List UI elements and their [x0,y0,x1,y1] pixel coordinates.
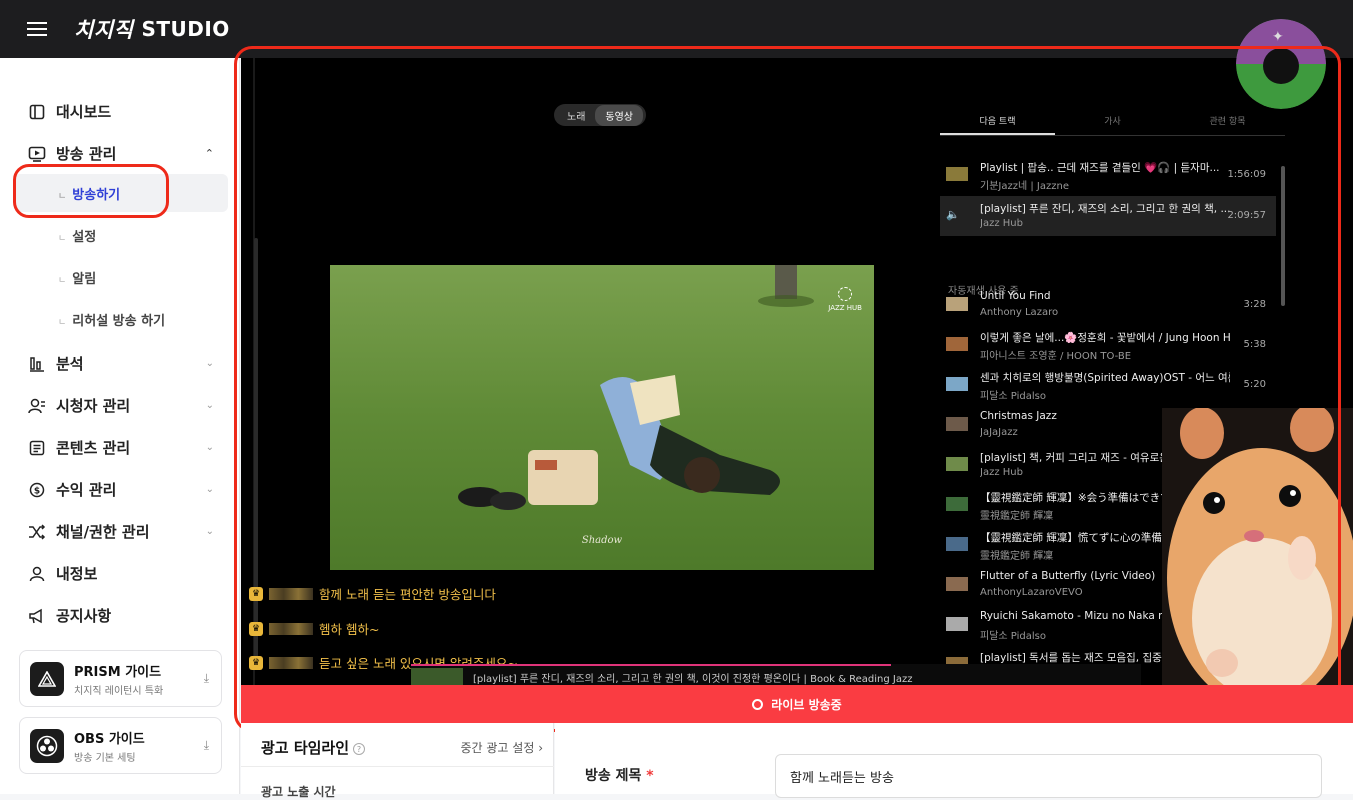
live-status-bar[interactable]: 라이브 방송중 [241,685,1353,723]
chevron-down-icon: ⌄ [205,442,214,453]
divider [241,766,554,767]
ad-timeline-panel: 광고 타임라인? 중간 광고 설정 › 광고 노출 시간 [241,723,554,799]
sub-item-rehearsal[interactable]: ㄴ 리허설 방송 하기 [58,310,165,329]
content-icon [28,439,46,457]
guide-title: OBS 가이드 [74,731,145,747]
chevron-down-icon: ⌄ [205,526,214,537]
sidebar-item-content[interactable]: 콘텐츠 관리 ⌄ [28,437,218,458]
shuffle-icon [28,523,46,541]
live-status-label: 라이브 방송중 [771,697,842,712]
svg-text:$: $ [34,486,40,496]
broadcast-form: 방송 제목 * 함께 노래듣는 방송 [555,723,1353,798]
guide-subtitle: 치지직 레이턴시 특화 [74,685,164,697]
sidebar-item-analytics[interactable]: 분석 ⌄ [28,353,218,374]
sidebar-item-label: 내정보 [56,565,98,583]
dashboard-icon [28,103,46,121]
studio-label: STUDIO [141,17,230,41]
live-ring-icon [752,698,764,710]
sidebar-item-revenue[interactable]: $ 수익 관리 ⌄ [28,479,218,500]
profile-icon [28,565,46,583]
sub-item-alerts[interactable]: ㄴ 알림 [58,268,96,287]
ad-timeline-title: 광고 타임라인? [261,737,366,758]
analytics-icon [28,355,46,373]
sidebar-item-label: 분석 [56,355,84,373]
sidebar-item-dashboard[interactable]: 대시보드 [28,101,218,122]
chevron-right-icon: › [538,741,543,755]
broadcast-title-input[interactable]: 함께 노래듣는 방송 [775,754,1322,798]
megaphone-icon [28,607,46,625]
svg-text:✦: ✦ [1272,29,1284,45]
revenue-icon: $ [28,481,46,499]
sidebar-item-label: 콘텐츠 관리 [56,439,131,457]
sidebar-item-label: 대시보드 [56,103,112,121]
app-logo[interactable]: 치지직 STUDIO [74,14,230,44]
download-icon[interactable]: ⤓ [204,738,209,753]
sidebar: 대시보드 방송 관리 ⌃ ㄴ 방송하기 ㄴ 설정 ㄴ 알림 ㄴ 리허설 방송 하기 분석… [0,58,240,794]
sub-item-settings[interactable]: ㄴ 설정 [58,226,96,245]
chzzk-logo: 치지직 [74,18,134,42]
chevron-down-icon: ⌄ [205,400,214,411]
menu-icon[interactable] [27,21,47,37]
prism-guide-card[interactable]: PRISM 가이드 치지직 레이턴시 특화 ⤓ [19,650,222,707]
mid-ad-settings-link[interactable]: 중간 광고 설정 › [460,739,543,756]
required-mark: * [646,768,654,784]
sidebar-item-viewers[interactable]: 시청자 관리 ⌄ [28,395,218,416]
obs-icon [30,728,64,763]
prism-icon [30,661,64,696]
sidebar-item-channel[interactable]: 채널/권한 관리 ⌄ [28,521,218,542]
sidebar-item-label: 채널/권한 관리 [56,523,150,541]
sidebar-item-label: 수익 관리 [56,481,117,499]
guide-subtitle: 방송 기본 세팅 [74,752,136,764]
obs-guide-card[interactable]: OBS 가이드 방송 기본 세팅 ⤓ [19,717,222,774]
sidebar-item-notice[interactable]: 공지사항 [28,605,218,626]
chevron-down-icon: ⌄ [205,358,214,369]
chevron-down-icon: ⌄ [205,484,214,495]
help-icon[interactable]: ? [353,742,366,755]
highlight-annotation [13,164,169,218]
sidebar-item-profile[interactable]: 내정보 [28,563,218,584]
title-label: 방송 제목 * [585,768,654,784]
broadcast-icon [28,145,46,163]
download-icon[interactable]: ⤓ [204,671,209,686]
guide-title: PRISM 가이드 [74,664,162,680]
chevron-up-icon: ⌃ [204,147,214,160]
viewers-icon [28,397,46,415]
sidebar-item-broadcast[interactable]: 방송 관리 ⌃ [28,143,218,164]
sidebar-item-label: 방송 관리 [56,145,117,163]
sidebar-item-label: 공지사항 [56,607,112,625]
highlight-annotation [234,46,1341,732]
sidebar-item-label: 시청자 관리 [56,397,131,415]
ad-exposure-label: 광고 노출 시간 [261,785,336,799]
